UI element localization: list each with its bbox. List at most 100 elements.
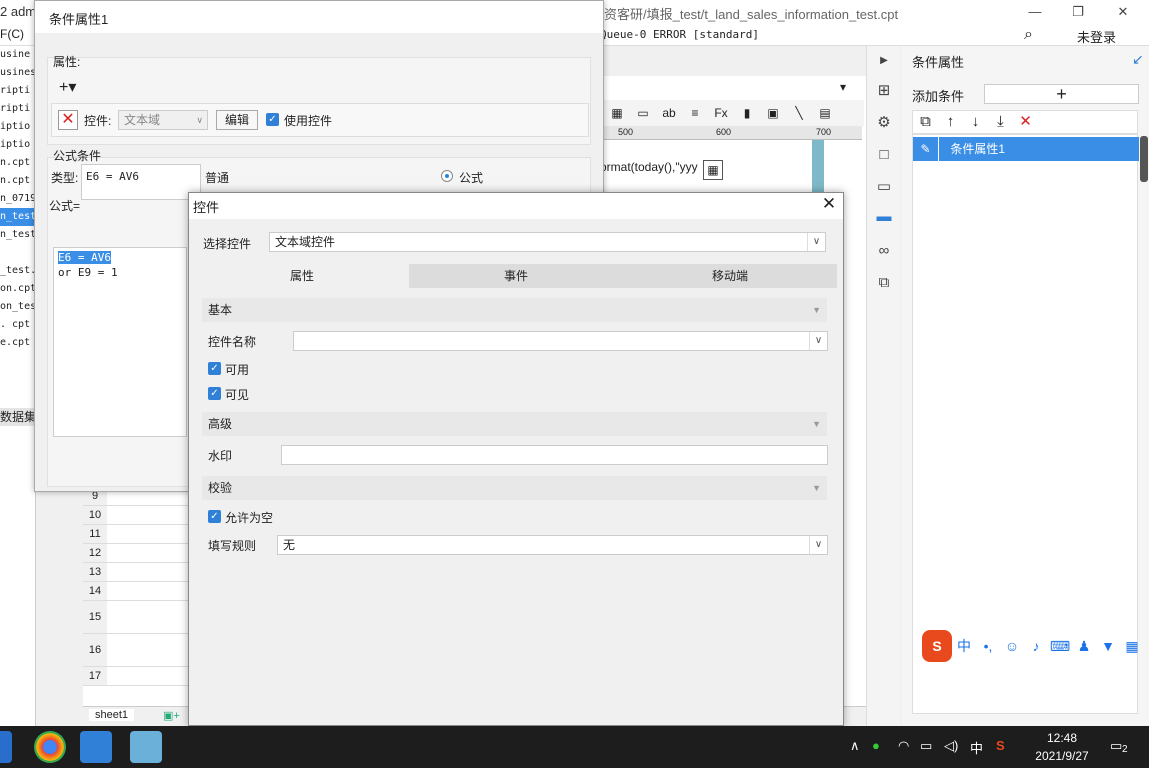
wifi-icon[interactable]: ◠ — [898, 738, 909, 754]
condition-item[interactable]: ✎ 条件属性1 — [913, 137, 1139, 161]
add-attribute-button[interactable]: +▾ — [59, 77, 76, 97]
sogou-tray-icon[interactable]: S — [996, 738, 1005, 753]
table-cell[interactable] — [107, 506, 189, 525]
file-tree-item[interactable]: iptio — [0, 136, 35, 154]
minimize-button[interactable]: — — [1012, 2, 1058, 22]
finereport-icon[interactable] — [80, 731, 112, 763]
close-icon[interactable]: ✕ — [819, 194, 839, 214]
formula-icon[interactable]: Fx — [708, 100, 734, 126]
table-cell[interactable] — [107, 634, 189, 667]
up-arrow-icon[interactable]: ↑ — [938, 111, 963, 133]
tab-properties[interactable]: 属性 — [195, 264, 409, 288]
clock[interactable]: 12:48 2021/9/27 — [1030, 729, 1094, 765]
edit-icon[interactable]: ↙ — [1132, 51, 1144, 68]
ime-chinese[interactable]: 中 — [952, 630, 976, 662]
remove-icon[interactable]: ✕ — [58, 110, 78, 130]
file-tree-item[interactable]: e.cpt — [0, 334, 35, 352]
radio-formula[interactable] — [441, 170, 453, 182]
scrollbar-thumb[interactable] — [1140, 136, 1148, 182]
square-icon[interactable]: □ — [875, 146, 893, 164]
delete-icon[interactable]: ✕ — [1013, 111, 1038, 133]
sogou-icon[interactable]: S — [922, 630, 952, 662]
chrome-icon[interactable] — [34, 731, 66, 763]
file-tree-item[interactable] — [0, 352, 35, 370]
grid-icon[interactable]: ▦ — [604, 100, 630, 126]
emoji-icon[interactable]: ☺ — [1000, 630, 1024, 662]
watermark-input[interactable] — [281, 445, 828, 465]
file-tree-item[interactable]: ripti — [0, 100, 35, 118]
file-tree-item[interactable]: n_0719 — [0, 190, 35, 208]
link-icon[interactable]: ∞ — [875, 242, 893, 260]
table-cell[interactable] — [107, 544, 189, 563]
enabled-checkbox[interactable]: ✓ — [208, 362, 221, 375]
file-tree-item[interactable]: usine — [0, 46, 35, 64]
file-tree-item[interactable]: 数据集 — [0, 408, 35, 426]
fill-rule-dropdown[interactable]: 无 ∨ — [277, 535, 828, 555]
textfield-icon[interactable]: ▭ — [630, 100, 656, 126]
user-icon[interactable]: ♟ — [1072, 630, 1096, 662]
file-tree-item[interactable]: on_tes — [0, 298, 35, 316]
expand-arrow-icon[interactable]: ▶ — [875, 52, 893, 70]
file-tree-item[interactable]: on.cpt — [0, 280, 35, 298]
control-type-select[interactable]: 文本域 ∨ — [118, 110, 208, 130]
ime-indicator[interactable]: 中 — [970, 738, 983, 757]
formula-input[interactable]: E6 = AV6 — [81, 164, 201, 200]
app-icon[interactable] — [0, 731, 12, 763]
table-cell[interactable] — [107, 582, 189, 601]
row-header[interactable]: 14 — [83, 582, 107, 601]
row-header[interactable]: 16 — [83, 634, 107, 667]
chart-icon[interactable]: ▮ — [734, 100, 760, 126]
row-header[interactable]: 10 — [83, 506, 107, 525]
notification-icon[interactable]: ▭ — [1110, 738, 1122, 754]
layout-icon[interactable]: ⊞ — [875, 82, 893, 100]
keyboard-icon[interactable]: ⌨ — [1048, 630, 1072, 662]
widget-icon[interactable]: ▭ — [875, 178, 893, 196]
calendar-icon[interactable]: ▦ — [703, 160, 723, 180]
battery-icon[interactable]: ▭ — [920, 738, 932, 754]
control-name-input[interactable]: ∨ — [293, 331, 828, 351]
filter-icon[interactable]: ▾ — [840, 80, 846, 94]
file-tree-item[interactable]: n_test — [0, 208, 35, 226]
row-header[interactable]: 12 — [83, 544, 107, 563]
text-icon[interactable]: ab — [656, 100, 682, 126]
file-tree-item[interactable]: n.cpt — [0, 172, 35, 190]
skin-icon[interactable]: ▼ — [1096, 630, 1120, 662]
table-cell[interactable] — [107, 525, 189, 544]
down-arrow-icon[interactable]: ↓ — [963, 111, 988, 133]
align-icon[interactable]: ≡ — [682, 100, 708, 126]
file-tree-item[interactable]: ripti — [0, 82, 35, 100]
move-bottom-icon[interactable]: ⤓ — [988, 111, 1013, 133]
file-tree-item[interactable]: . cpt — [0, 316, 35, 334]
select-control-dropdown[interactable]: 文本域控件 ∨ — [269, 232, 826, 252]
image-icon[interactable]: ▣ — [760, 100, 786, 126]
chevron-up-icon[interactable]: ∧ — [850, 738, 860, 754]
file-tree-item[interactable]: iptio — [0, 118, 35, 136]
row-header[interactable]: 15 — [83, 601, 107, 634]
condition-icon[interactable]: ▬ — [875, 208, 893, 226]
ime-punct[interactable]: •, — [976, 630, 1000, 662]
settings-icon[interactable]: ⚙ — [875, 114, 893, 132]
file-tree-item[interactable]: usines — [0, 64, 35, 82]
doc-icon[interactable]: ▤ — [812, 100, 838, 126]
file-tree-item[interactable]: n_test — [0, 226, 35, 244]
copy-icon[interactable]: ⧉ — [875, 274, 893, 292]
edit-button[interactable]: 编辑 — [216, 110, 258, 130]
section-advanced[interactable]: 高级 ▼ — [202, 412, 827, 436]
add-condition-button[interactable]: + — [984, 84, 1139, 104]
preview-line-selected[interactable]: E6 = AV6 — [58, 251, 111, 264]
cell-formula-text[interactable]: ormat(today(),"yyy — [600, 160, 698, 174]
row-header[interactable]: 11 — [83, 525, 107, 544]
file-tree-item[interactable]: n.cpt — [0, 154, 35, 172]
tab-events[interactable]: 事件 — [409, 264, 623, 288]
copy-icon[interactable]: ⧉ — [913, 111, 938, 133]
volume-icon[interactable]: ◁) — [944, 738, 958, 754]
row-header[interactable]: 13 — [83, 563, 107, 582]
slash-icon[interactable]: ╲ — [786, 100, 812, 126]
wechat-icon[interactable]: ● — [872, 738, 880, 753]
file-tree-item[interactable] — [0, 244, 35, 262]
tab-mobile[interactable]: 移动端 — [623, 264, 837, 288]
grid-icon[interactable]: ▦ — [1120, 630, 1144, 662]
table-cell[interactable] — [107, 601, 189, 634]
login-link[interactable]: 未登录 — [1077, 27, 1116, 46]
sheet-tab[interactable]: sheet1 — [89, 709, 135, 721]
